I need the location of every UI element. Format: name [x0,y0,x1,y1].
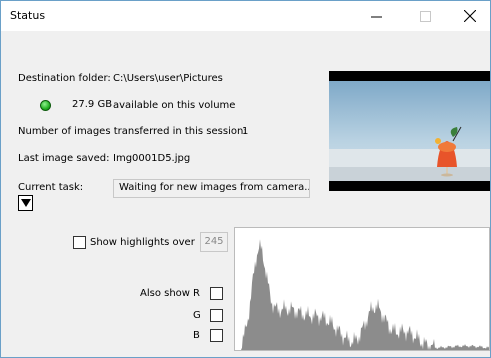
preview-image [329,81,490,181]
transferred-label: Number of images transferred in this ses… [18,126,247,137]
show-highlights-checkbox[interactable] [73,236,86,249]
histogram-graph [235,239,489,350]
expand-toggle-button[interactable] [18,195,33,211]
title-bar: Status [1,1,490,31]
destination-path: C:\Users\user\Pictures [113,73,223,84]
channel-g-checkbox[interactable] [210,309,223,322]
transferred-count: 1 [242,126,249,137]
histogram-panel [234,227,490,351]
channel-b-checkbox[interactable] [210,329,223,342]
destination-label: Destination folder: [18,73,111,84]
current-task-value: Waiting for new images from camera... [119,182,310,193]
highlights-threshold-input[interactable]: 245 [200,232,228,252]
current-task-label: Current task: [18,182,84,193]
last-saved-file: Img0001D5.jpg [113,153,191,164]
image-preview [329,71,490,191]
current-task-field: Waiting for new images from camera... [113,179,310,198]
free-space-text: available on this volume [113,100,236,111]
highlights-threshold-value: 245 [204,236,224,247]
channel-r-checkbox[interactable] [210,287,223,300]
maximize-button[interactable] [405,1,445,31]
minimize-icon [370,16,382,17]
maximize-icon [419,10,431,22]
status-window: Status Destination folder: C:\Users\user… [0,0,491,358]
close-icon [464,10,476,22]
status-indicator-icon [40,100,51,111]
free-space-value: 27.9 GB [72,99,113,110]
channel-r-label: R [193,288,200,299]
channel-g-label: G [193,310,201,321]
close-button[interactable] [450,1,490,31]
channel-b-label: B [193,330,200,341]
minimize-button[interactable] [356,1,396,31]
histogram-area [235,239,489,350]
also-show-label: Also show [140,288,190,299]
last-saved-label: Last image saved: [18,153,110,164]
window-title: Status [10,9,46,22]
show-highlights-label: Show highlights over [90,237,195,248]
